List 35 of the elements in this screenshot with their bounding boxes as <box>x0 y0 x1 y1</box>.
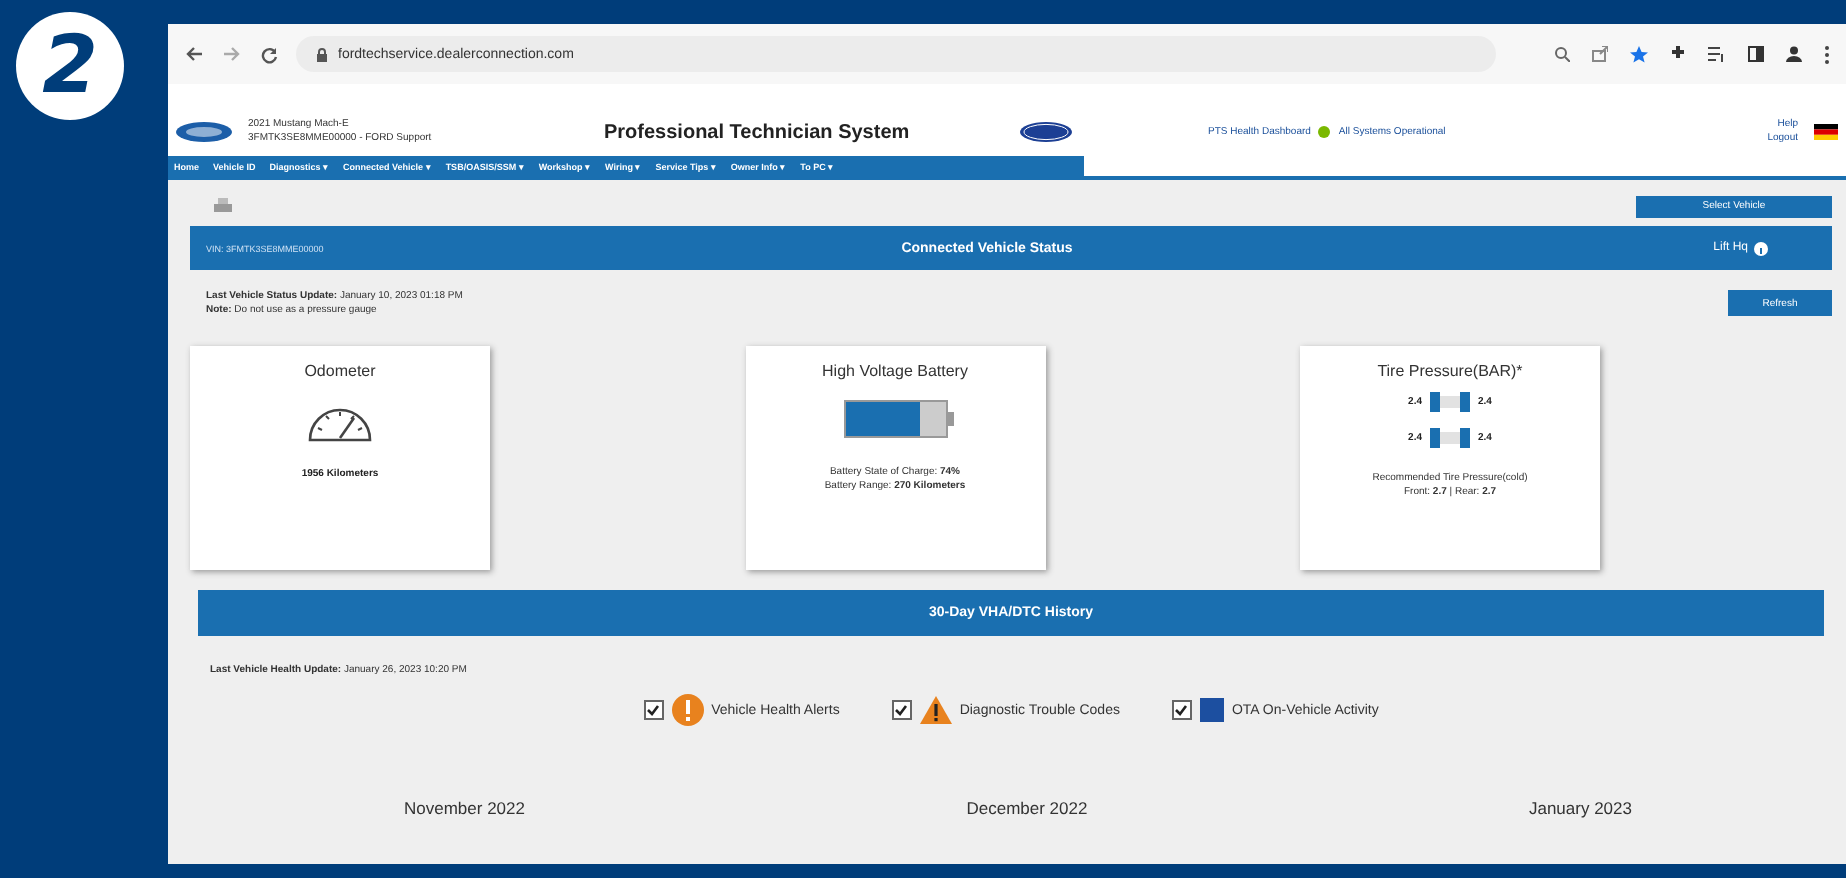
checkbox[interactable] <box>891 700 912 720</box>
warning-icon <box>919 696 952 724</box>
reload-icon[interactable] <box>260 45 278 63</box>
card-title: Tire Pressure(BAR)* <box>1377 362 1523 380</box>
menu-icon[interactable] <box>1824 45 1830 63</box>
alert-icon <box>671 694 704 726</box>
check-icon <box>646 704 661 716</box>
ota-icon <box>1199 698 1224 722</box>
month-label: January 2023 <box>1528 798 1632 818</box>
flag-icon <box>1814 124 1838 140</box>
status-dot-icon <box>1318 126 1331 138</box>
queue-icon[interactable] <box>1708 46 1726 62</box>
profile-icon[interactable] <box>1786 46 1802 62</box>
check-icon <box>894 704 909 716</box>
step-badge: 2 <box>16 12 124 120</box>
back-icon[interactable] <box>184 46 204 62</box>
card-title: Odometer <box>304 362 376 380</box>
check-icon <box>1174 704 1189 716</box>
lock-icon <box>316 47 328 61</box>
star-icon[interactable] <box>1630 45 1648 63</box>
month-label: December 2022 <box>966 798 1088 818</box>
puzzle-icon[interactable] <box>1670 46 1686 62</box>
checkbox[interactable] <box>643 700 664 720</box>
tire-pair-icon <box>1430 392 1470 412</box>
app-title: Professional Technician System <box>604 121 912 143</box>
zoom-icon[interactable] <box>1554 46 1570 62</box>
info-icon <box>1754 241 1768 255</box>
pts-logo-icon <box>176 122 232 142</box>
panel-icon[interactable] <box>1748 46 1764 62</box>
card-title: High Voltage Battery <box>822 362 968 380</box>
share-icon[interactable] <box>1592 46 1608 62</box>
tire-pair-icon <box>1430 428 1470 448</box>
month-label: November 2022 <box>404 798 525 818</box>
checkbox[interactable] <box>1171 700 1192 720</box>
ford-logo-icon <box>1020 122 1072 142</box>
